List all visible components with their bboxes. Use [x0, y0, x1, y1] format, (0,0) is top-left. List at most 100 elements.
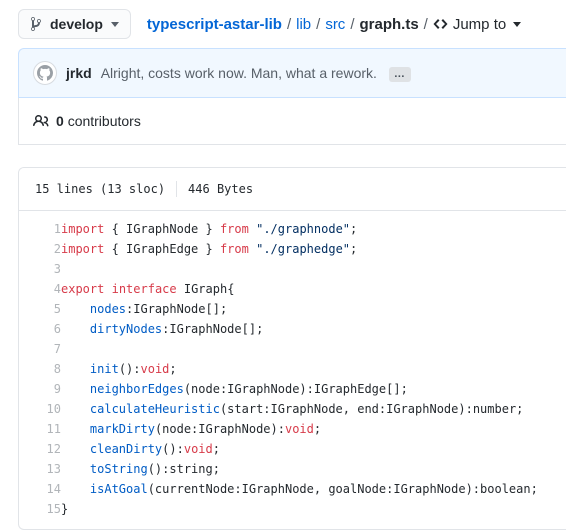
file-viewer: 15 lines (13 sloc) 446 Bytes 1 import { I…: [18, 167, 566, 530]
file-meta: 15 lines (13 sloc) 446 Bytes: [35, 181, 253, 197]
line-number[interactable]: 2: [19, 239, 61, 259]
github-mark-avatar: [33, 61, 57, 85]
chevron-down-icon: [110, 21, 119, 27]
commit-author-name[interactable]: jrkd: [66, 65, 92, 81]
code-line: 9 neighborEdges(node:IGraphNode):IGraphE…: [19, 379, 566, 399]
file-size: 446 Bytes: [188, 182, 254, 196]
code-token: ;: [350, 222, 358, 236]
code-line: 6 dirtyNodes:IGraphNode[];: [19, 319, 566, 339]
line-code[interactable]: [61, 259, 566, 279]
code-token: isAtGoal: [89, 482, 148, 496]
code-token: (start:IGraphNode, end:IGraphNode):numbe…: [219, 402, 524, 416]
code-line: 4 export interface IGraph{: [19, 279, 566, 299]
code-token: dirtyNodes: [89, 322, 163, 336]
breadcrumb-separator: /: [423, 15, 428, 33]
code-line: 12 cleanDirty():void;: [19, 439, 566, 459]
breadcrumb-repo-link[interactable]: typescript-astar-lib: [147, 16, 282, 33]
code-token: (node:IGraphNode):IGraphEdge[];: [183, 382, 408, 396]
line-number[interactable]: 15: [19, 499, 61, 519]
code-token: cleanDirty: [89, 442, 163, 456]
file-lines-count: 15 lines (13 sloc): [35, 182, 166, 196]
code-line: 11 markDirty(node:IGraphNode):void;: [19, 419, 566, 439]
jump-to-button[interactable]: Jump to: [433, 15, 522, 33]
line-code[interactable]: isAtGoal(currentNode:IGraphNode, goalNod…: [61, 479, 566, 499]
code-line: 8 init():void;: [19, 359, 566, 379]
line-code[interactable]: cleanDirty():void;: [61, 439, 566, 459]
line-number[interactable]: 11: [19, 419, 61, 439]
breadcrumb-separator: /: [286, 15, 292, 33]
code-line: 2 import { IGraphEdge } from "./graphedge…: [19, 239, 566, 259]
line-number[interactable]: 4: [19, 279, 61, 299]
breadcrumb-segment-lib[interactable]: lib: [296, 16, 311, 33]
code-token: export: [61, 282, 105, 296]
line-code[interactable]: import { IGraphNode } from "./graphnode"…: [61, 219, 566, 239]
code-content: 1 import { IGraphNode } from "./graphnode…: [19, 211, 566, 529]
line-number[interactable]: 9: [19, 379, 61, 399]
line-code[interactable]: neighborEdges(node:IGraphNode):IGraphEdg…: [61, 379, 566, 399]
breadcrumb: typescript-astar-lib / lib / src / graph…: [147, 15, 522, 33]
breadcrumb-segment-src[interactable]: src: [325, 16, 345, 33]
line-number[interactable]: 7: [19, 339, 61, 359]
code-token: ;: [350, 242, 358, 256]
meta-divider: [176, 181, 178, 197]
code-lines: 1 import { IGraphNode } from "./graphnode…: [19, 219, 566, 519]
code-token: void: [284, 422, 314, 436]
line-number[interactable]: 1: [19, 219, 61, 239]
code-token: ;: [313, 422, 322, 436]
line-code[interactable]: }: [61, 499, 566, 519]
code-token: interface: [111, 282, 177, 296]
code-token: markDirty: [89, 422, 155, 436]
line-code[interactable]: import { IGraphEdge } from "./graphedge"…: [61, 239, 566, 259]
commit-message[interactable]: Alright, costs work now. Man, what a rew…: [101, 65, 377, 81]
line-code[interactable]: nodes:IGraphNode[];: [61, 299, 566, 319]
people-icon: [33, 113, 49, 129]
code-token: import: [61, 222, 105, 236]
line-code[interactable]: init():void;: [61, 359, 566, 379]
line-number[interactable]: 12: [19, 439, 61, 459]
repo-toolbar: develop typescript-astar-lib / lib / src…: [0, 0, 566, 48]
contributors-word: contributors: [67, 113, 141, 129]
line-code[interactable]: toString():string;: [61, 459, 566, 479]
expand-commit-message-button[interactable]: …: [388, 66, 411, 82]
jump-to-label: Jump to: [452, 15, 507, 33]
line-code[interactable]: export interface IGraph{: [61, 279, 566, 299]
line-code[interactable]: dirtyNodes:IGraphNode[];: [61, 319, 566, 339]
line-code[interactable]: [61, 339, 566, 359]
code-token: "./graphnode": [256, 222, 351, 236]
code-token: toString: [89, 462, 148, 476]
branch-name-label: develop: [50, 16, 103, 32]
code-line: 14 isAtGoal(currentNode:IGraphNode, goal…: [19, 479, 566, 499]
line-number[interactable]: 13: [19, 459, 61, 479]
code-token: from: [219, 222, 249, 236]
contributors-label[interactable]: 0 contributors: [56, 113, 141, 129]
code-token: :IGraphNode[];: [126, 302, 228, 316]
git-branch-icon: [30, 16, 44, 32]
line-number[interactable]: 3: [19, 259, 61, 279]
line-number[interactable]: 6: [19, 319, 61, 339]
code-line: 3: [19, 259, 566, 279]
latest-commit-banner: jrkd Alright, costs work now. Man, what …: [18, 48, 566, 98]
line-number[interactable]: 5: [19, 299, 61, 319]
line-number[interactable]: 10: [19, 399, 61, 419]
code-token: IGraph{: [176, 282, 235, 296]
breadcrumb-file-name: graph.ts: [359, 15, 419, 33]
code-line: 15}: [19, 499, 566, 519]
line-code[interactable]: markDirty(node:IGraphNode):void;: [61, 419, 566, 439]
code-line: 1 import { IGraphNode } from "./graphnode…: [19, 219, 566, 239]
branch-selector-button[interactable]: develop: [18, 9, 131, 39]
code-token: { IGraphEdge }: [104, 242, 220, 256]
line-code[interactable]: calculateHeuristic(start:IGraphNode, end…: [61, 399, 566, 419]
line-number[interactable]: 8: [19, 359, 61, 379]
line-number[interactable]: 14: [19, 479, 61, 499]
code-icon: [433, 16, 448, 32]
code-token: nodes: [89, 302, 127, 316]
code-token: (node:IGraphNode):: [154, 422, 285, 436]
